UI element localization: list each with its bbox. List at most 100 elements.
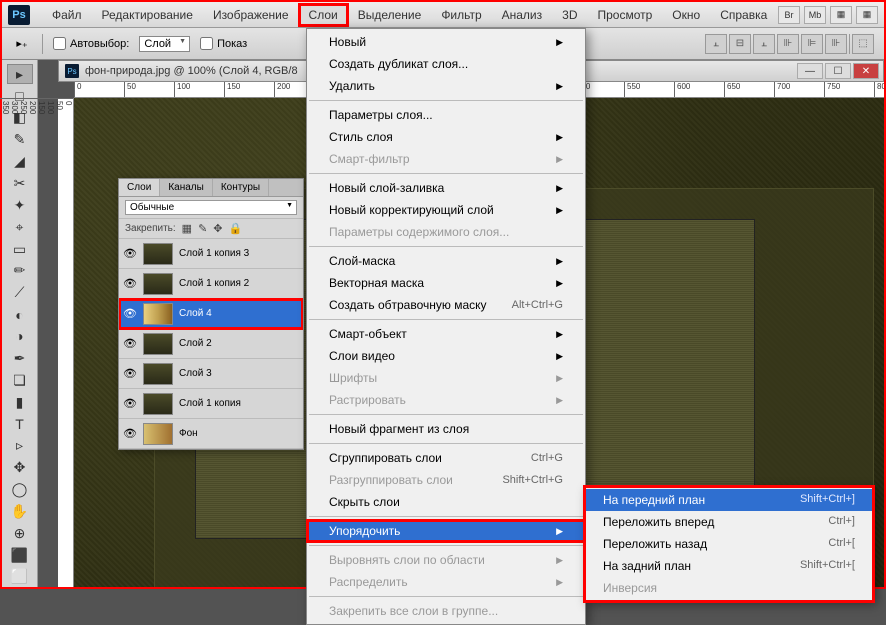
panel-tab-Слои[interactable]: Слои <box>119 179 160 196</box>
tool-19[interactable]: ◯ <box>7 480 33 500</box>
panel-tab-Контуры[interactable]: Контуры <box>213 179 269 196</box>
blend-mode-select[interactable]: Обычные <box>125 200 297 215</box>
layer-thumbnail[interactable] <box>143 363 173 385</box>
menu-item[interactable]: Удалить▶ <box>307 75 585 97</box>
menu-item[interactable]: Векторная маска▶ <box>307 272 585 294</box>
layer-thumbnail[interactable] <box>143 303 173 325</box>
menu-фильтр[interactable]: Фильтр <box>431 4 491 26</box>
layer-thumbnail[interactable] <box>143 333 173 355</box>
distribute-icon[interactable]: ⊪ <box>825 34 847 54</box>
distribute-icon[interactable]: ⊫ <box>801 34 823 54</box>
visibility-icon[interactable]: 👁 <box>123 247 137 260</box>
layer-row[interactable]: 👁Слой 2 <box>119 329 303 359</box>
align-icon[interactable]: ⫠ <box>753 34 775 54</box>
menu-item[interactable]: Слои видео▶ <box>307 345 585 367</box>
lock-brush-icon[interactable]: ✎ <box>198 222 207 235</box>
tool-17[interactable]: ▹ <box>7 436 33 456</box>
layer-thumbnail[interactable] <box>143 423 173 445</box>
menu-item[interactable]: Создать дубликат слоя... <box>307 53 585 75</box>
distribute-icon[interactable]: ⊪ <box>777 34 799 54</box>
auto-select-target[interactable]: Слой <box>139 36 190 52</box>
layer-thumbnail[interactable] <box>143 243 173 265</box>
menu-анализ[interactable]: Анализ <box>492 4 553 26</box>
menubar-button[interactable]: ▦ <box>856 6 878 24</box>
menu-item[interactable]: Новый слой-заливка▶ <box>307 177 585 199</box>
submenu-item[interactable]: На передний планShift+Ctrl+] <box>585 489 873 511</box>
menu-слои[interactable]: Слои <box>299 4 348 26</box>
show-transform-check[interactable]: Показ <box>200 37 247 50</box>
menu-item[interactable]: Скрыть слои <box>307 491 585 513</box>
lock-pixels-icon[interactable]: ▦ <box>182 222 192 235</box>
menu-item[interactable]: Параметры слоя... <box>307 104 585 126</box>
tool-12[interactable]: ◑ <box>7 327 33 347</box>
tool-22[interactable]: ⬛ <box>7 545 33 565</box>
layer-row[interactable]: 👁Слой 1 копия 3 <box>119 239 303 269</box>
layer-row[interactable]: 👁Слой 1 копия 2 <box>119 269 303 299</box>
menu-просмотр[interactable]: Просмотр <box>587 4 662 26</box>
align-icon[interactable]: ⊟ <box>729 34 751 54</box>
menu-item[interactable]: Стиль слоя▶ <box>307 126 585 148</box>
minimize-button[interactable]: — <box>797 63 823 79</box>
tool-11[interactable]: ◐ <box>7 305 33 325</box>
tool-6[interactable]: ✦ <box>7 195 33 215</box>
lock-all-icon[interactable]: 🔒 <box>229 222 243 235</box>
menubar-button[interactable]: ▦ <box>830 6 852 24</box>
visibility-icon[interactable]: 👁 <box>123 427 137 440</box>
tool-23[interactable]: ⬜ <box>7 567 33 587</box>
menu-item[interactable]: Новый корректирующий слой▶ <box>307 199 585 221</box>
layer-row[interactable]: 👁Слой 4 <box>119 299 303 329</box>
tool-20[interactable]: ✋ <box>7 501 33 521</box>
visibility-icon[interactable]: 👁 <box>123 397 137 410</box>
tool-5[interactable]: ✂ <box>7 174 33 194</box>
auto-select-check[interactable]: Автовыбор: <box>53 37 129 50</box>
menu-item[interactable]: Упорядочить▶ <box>307 520 585 542</box>
tool-7[interactable]: ⌖ <box>7 217 33 237</box>
menu-item[interactable]: Слой-маска▶ <box>307 250 585 272</box>
menu-3d[interactable]: 3D <box>552 4 587 26</box>
tool-18[interactable]: ✥ <box>7 458 33 478</box>
layer-thumbnail[interactable] <box>143 273 173 295</box>
layer-row[interactable]: 👁Слой 1 копия <box>119 389 303 419</box>
menubar-button[interactable]: Br <box>778 6 800 24</box>
menu-item: Шрифты▶ <box>307 367 585 389</box>
menu-справка[interactable]: Справка <box>710 4 777 26</box>
visibility-icon[interactable]: 👁 <box>123 277 137 290</box>
layer-name: Фон <box>179 428 198 439</box>
menu-изображение[interactable]: Изображение <box>203 4 299 26</box>
tool-0[interactable]: ▸ <box>7 64 33 84</box>
tool-10[interactable]: ⟋ <box>7 283 33 303</box>
auto-align-icon[interactable]: ⬚ <box>852 34 874 54</box>
maximize-button[interactable]: ☐ <box>825 63 851 79</box>
menu-item[interactable]: Создать обтравочную маскуAlt+Ctrl+G <box>307 294 585 316</box>
tool-8[interactable]: ▭ <box>7 239 33 259</box>
visibility-icon[interactable]: 👁 <box>123 337 137 350</box>
align-icon[interactable]: ⫠ <box>705 34 727 54</box>
tool-4[interactable]: ◢ <box>7 152 33 172</box>
tool-16[interactable]: T <box>7 414 33 434</box>
tool-9[interactable]: ✏ <box>7 261 33 281</box>
panel-tab-Каналы[interactable]: Каналы <box>160 179 213 196</box>
layer-row[interactable]: 👁 Фон <box>119 419 303 449</box>
layer-thumbnail[interactable] <box>143 393 173 415</box>
menu-item[interactable]: Сгруппировать слоиCtrl+G <box>307 447 585 469</box>
menu-item[interactable]: Новый фрагмент из слоя <box>307 418 585 440</box>
close-button[interactable]: ✕ <box>853 63 879 79</box>
menu-редактирование[interactable]: Редактирование <box>92 4 203 26</box>
submenu-item[interactable]: Переложить впередCtrl+] <box>585 511 873 533</box>
menu-файл[interactable]: Файл <box>42 4 92 26</box>
menubar-button[interactable]: Mb <box>804 6 826 24</box>
lock-move-icon[interactable]: ✥ <box>213 222 222 235</box>
submenu-item[interactable]: На задний планShift+Ctrl+[ <box>585 555 873 577</box>
menu-item[interactable]: Смарт-объект▶ <box>307 323 585 345</box>
visibility-icon[interactable]: 👁 <box>123 307 137 320</box>
layer-row[interactable]: 👁Слой 3 <box>119 359 303 389</box>
visibility-icon[interactable]: 👁 <box>123 367 137 380</box>
submenu-item[interactable]: Переложить назадCtrl+[ <box>585 533 873 555</box>
tool-14[interactable]: ❏ <box>7 370 33 390</box>
menu-item[interactable]: Новый▶ <box>307 31 585 53</box>
tool-15[interactable]: ▮ <box>7 392 33 412</box>
tool-13[interactable]: ✒ <box>7 348 33 368</box>
menu-выделение[interactable]: Выделение <box>348 4 432 26</box>
tool-21[interactable]: ⊕ <box>7 523 33 543</box>
menu-окно[interactable]: Окно <box>662 4 710 26</box>
